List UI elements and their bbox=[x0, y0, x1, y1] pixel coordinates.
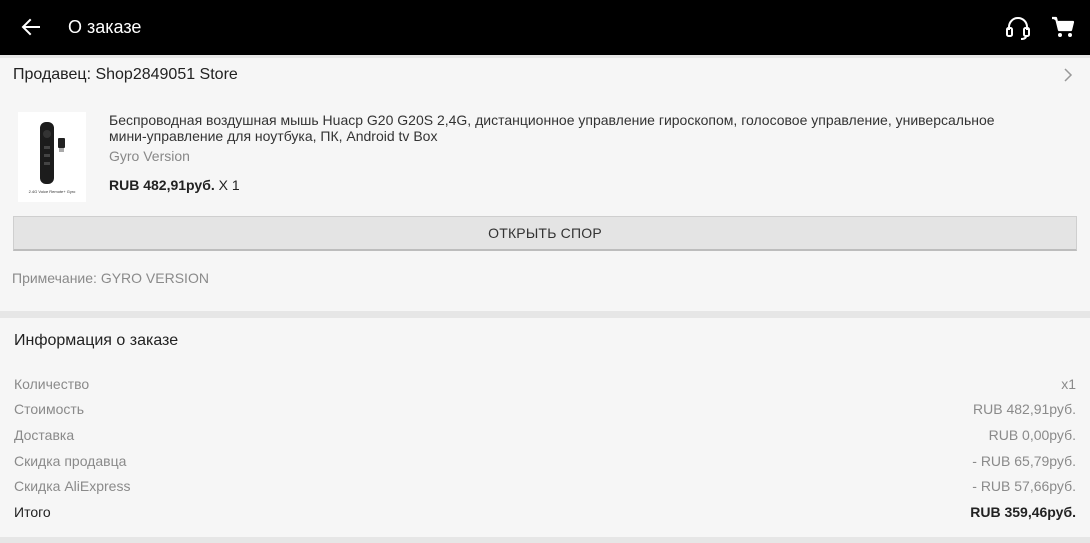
page-title: О заказе bbox=[68, 17, 142, 37]
product-thumbnail: 2.4G Voice Remote+ Gyro bbox=[18, 112, 86, 202]
info-row-total: Итого RUB 359,46руб. bbox=[0, 501, 1090, 525]
info-row-cost: Стоимость RUB 482,91руб. bbox=[0, 398, 1090, 422]
seller-name: Продавец: Shop2849051 Store bbox=[13, 66, 238, 83]
info-row-seller-discount: Скидка продавца - RUB 65,79руб. bbox=[0, 450, 1090, 474]
product-item[interactable]: 2.4G Voice Remote+ Gyro Беспроводная воз… bbox=[0, 104, 1090, 204]
info-value: - RUB 65,79руб. bbox=[972, 453, 1076, 469]
product-variant: Gyro Version bbox=[109, 148, 190, 164]
info-label: Стоимость bbox=[14, 401, 85, 417]
info-label: Итого bbox=[14, 504, 51, 520]
order-item-card: Продавец: Shop2849051 Store 2.4G Voice R… bbox=[0, 58, 1090, 311]
back-button[interactable] bbox=[18, 14, 44, 40]
info-row-shipping: Доставка RUB 0,00руб. bbox=[0, 424, 1090, 448]
info-label: Доставка bbox=[14, 427, 75, 443]
info-label: Скидка продавца bbox=[14, 453, 127, 469]
info-value: RUB 359,46руб. bbox=[970, 504, 1076, 520]
thumb-caption: 2.4G Voice Remote+ Gyro bbox=[29, 189, 77, 194]
info-row-quantity: Количество x1 bbox=[0, 373, 1090, 397]
arrow-left-icon bbox=[21, 18, 40, 36]
cart-icon bbox=[1052, 16, 1075, 37]
info-value: x1 bbox=[1061, 376, 1076, 392]
open-dispute-button[interactable]: ОТКРЫТЬ СПОР bbox=[13, 216, 1077, 251]
info-label: Скидка AliExpress bbox=[14, 478, 131, 494]
chevron-right-icon bbox=[1064, 68, 1073, 82]
top-app-bar: О заказе bbox=[0, 0, 1090, 55]
cart-button[interactable] bbox=[1050, 14, 1076, 42]
support-button[interactable] bbox=[1004, 14, 1032, 42]
order-info-title: Информация о заказе bbox=[14, 332, 179, 349]
headset-icon bbox=[1006, 17, 1030, 40]
order-info-card: Информация о заказе Количество x1 Стоимо… bbox=[0, 318, 1090, 537]
product-price: RUB 482,91руб. bbox=[109, 177, 215, 193]
product-title: Беспроводная воздушная мышь Huacp G20 G2… bbox=[109, 112, 995, 144]
info-value: RUB 482,91руб. bbox=[973, 401, 1076, 417]
remote-control-image: 2.4G Voice Remote+ Gyro bbox=[29, 122, 77, 194]
product-quantity: X 1 bbox=[218, 177, 240, 193]
order-note: Примечание: GYRO VERSION bbox=[12, 270, 209, 286]
info-value: RUB 0,00руб. bbox=[988, 427, 1076, 443]
info-label: Количество bbox=[14, 376, 90, 392]
seller-row[interactable]: Продавец: Shop2849051 Store bbox=[0, 58, 1090, 94]
info-value: - RUB 57,66руб. bbox=[972, 478, 1076, 494]
product-price-line: RUB 482,91руб. X 1 bbox=[109, 177, 240, 193]
info-row-aliexpress-discount: Скидка AliExpress - RUB 57,66руб. bbox=[0, 475, 1090, 499]
